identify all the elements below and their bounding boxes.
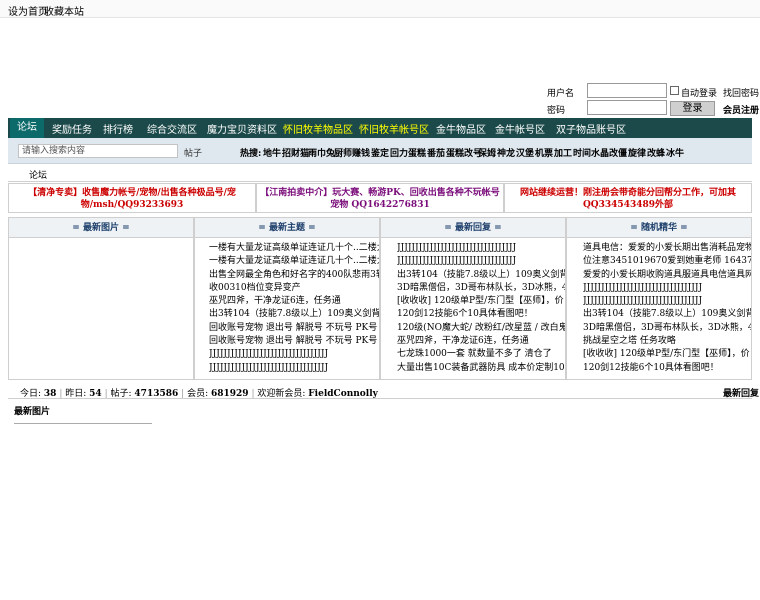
- hot-search-item[interactable]: 招财猫: [282, 146, 309, 159]
- hot-search-item[interactable]: 蛋糕改号: [446, 146, 482, 159]
- login-button[interactable]: 登录: [670, 101, 715, 116]
- announcement-1[interactable]: 【清净专卖】收售魔力帐号/宠物/出售各种极品号/宠物/msh/QQ9323369…: [8, 183, 256, 213]
- hot-search-item[interactable]: 时间水晶: [573, 146, 609, 159]
- add-favorite-link[interactable]: 收藏本站: [44, 3, 84, 18]
- announcement-3[interactable]: 网站继续运营！刚注册会带奇能分回帮分工作，可加其 QQ334543489外部: [504, 183, 752, 213]
- nav-rewards[interactable]: 奖励任务: [52, 121, 92, 136]
- reply-item[interactable]: 大量出售10C装备武器防具 成本价定制10C装: [397, 362, 565, 375]
- featured-item[interactable]: 位注意345101967​0爱到她重老师 164376802: [583, 255, 751, 268]
- topic-item[interactable]: 回收账号宠物 退出号 解脱号 不玩号 PK号: [209, 322, 379, 335]
- hot-search-label: 热搜:: [240, 149, 262, 159]
- panel-title: = 最新主题 =: [195, 218, 379, 238]
- nav-taurus-accounts[interactable]: 金牛帐号区: [495, 121, 545, 136]
- hot-search-item[interactable]: 旋律: [628, 146, 646, 159]
- topic-item[interactable]: 出售全网最全角色和好名字的400队悲雨3转狂: [209, 269, 379, 282]
- announcement-text: 【江南拍卖中介】玩大赛、畅游PK、回收出售各种不玩帐号宠物 QQ16422768…: [260, 188, 500, 210]
- search-type-select[interactable]: 帖子: [184, 146, 202, 159]
- topic-item[interactable]: JJJJJJJJJJJJJJJJJJJJJJJJJJJJJJJJJ: [209, 348, 379, 361]
- divider: [8, 181, 752, 182]
- latest-topics-panel: = 最新主题 = 一楼有大量龙证高级单证连证几十个..二楼大 一楼有大量龙证高级…: [194, 217, 380, 380]
- hot-search-item[interactable]: 神龙: [497, 146, 515, 159]
- hot-search-item[interactable]: 汉堡: [516, 146, 534, 159]
- random-featured-panel: = 随机精华 = 道具电信：爱爱的小爱长期出售消耗品宠物， 位注意3451019…: [566, 217, 752, 380]
- panel-title: = 随机精华 =: [567, 218, 751, 238]
- topic-item[interactable]: 巫咒四斧，干净龙证6连，任务通: [209, 295, 379, 308]
- hot-search-item[interactable]: 雨巾兔: [308, 146, 335, 159]
- panel-title: = 最新图片 =: [9, 218, 193, 238]
- featured-item[interactable]: 爱爱的小爱长期收购道具服道具电信道具网通: [583, 269, 751, 282]
- hot-search-item[interactable]: 番茄: [427, 146, 445, 159]
- topic-item[interactable]: 出3转104（技能7.8级以上）109奥义剑背包开: [209, 308, 379, 321]
- reply-item[interactable]: JJJJJJJJJJJJJJJJJJJJJJJJJJJJJJJJJ: [397, 242, 565, 255]
- password-label: 密码: [547, 106, 566, 116]
- main-nav: 论坛 奖励任务 排行榜 综合交流区 魔力宝贝资料区 怀旧牧羊物品区 怀旧牧羊帐号…: [8, 118, 752, 138]
- reply-item[interactable]: 七龙珠1000一套 就数量不多了 清仓了: [397, 348, 565, 361]
- announcement-text: 【清净专卖】收售魔力帐号/宠物/出售各种极品号/宠物/msh/QQ9323369…: [28, 188, 236, 210]
- latest-pictures-section: 最新图片: [8, 398, 752, 434]
- hot-search-item[interactable]: 地牛: [263, 146, 281, 159]
- latest-replies-panel: = 最新回复 = JJJJJJJJJJJJJJJJJJJJJJJJJJJJJJJ…: [380, 217, 566, 380]
- login-form: 用户名 自动登录 找回密码 密码 登录 会员注册: [0, 83, 760, 119]
- reply-item[interactable]: 巫咒四斧，干净龙证6连，任务通: [397, 335, 565, 348]
- reply-item[interactable]: 120剑12技能6个10具体看图吧！: [397, 308, 565, 321]
- announcement-text: 网站继续运营！刚注册会带奇能分回帮分工作，可加其 QQ334543489外部: [519, 188, 736, 210]
- topic-item[interactable]: 一楼有大量龙证高级单证连证几十个..二楼大: [209, 242, 379, 255]
- password-input[interactable]: [587, 100, 667, 115]
- divider: [14, 423, 152, 424]
- reply-item[interactable]: JJJJJJJJJJJJJJJJJJJJJJJJJJJJJJJJJ: [397, 255, 565, 268]
- section-title: 最新图片: [14, 407, 51, 417]
- nav-forum[interactable]: 论坛: [10, 118, 44, 138]
- featured-item[interactable]: [收收收] 120级单P型/东门型【巫师】，价: [583, 348, 751, 361]
- announcement-2[interactable]: 【江南拍卖中介】玩大赛、畅游PK、回收出售各种不玩帐号宠物 QQ16422768…: [256, 183, 504, 213]
- featured-item[interactable]: 挑战星空之塔 任务攻略: [583, 335, 751, 348]
- reply-item[interactable]: 3D暗黑僧侣，3D哥布林队长，3D冰熊，4D疯牛: [397, 282, 565, 295]
- featured-item[interactable]: JJJJJJJJJJJJJJJJJJJJJJJJJJJJJJJJJ: [583, 295, 751, 308]
- register-link[interactable]: 会员注册: [723, 103, 759, 116]
- nav-ranking[interactable]: 排行榜: [103, 121, 133, 136]
- hot-search-item[interactable]: 改蜂: [647, 146, 665, 159]
- search-input[interactable]: 请输入搜索内容: [18, 144, 178, 158]
- hot-search-item[interactable]: 加工: [554, 146, 572, 159]
- topic-item[interactable]: 回收账号宠物 退出号 解脱号 不玩号 PK号: [209, 335, 379, 348]
- latest-pictures-panel: = 最新图片 =: [8, 217, 194, 380]
- topic-item[interactable]: 一楼有大量龙证高级单证连证几十个..二楼大: [209, 255, 379, 268]
- forgot-password-link[interactable]: 找回密码: [723, 86, 759, 99]
- auto-login-label: 自动登录: [681, 89, 718, 99]
- breadcrumb[interactable]: 论坛: [29, 168, 47, 181]
- auto-login-checkbox[interactable]: [670, 86, 679, 95]
- topic-item[interactable]: 收00310档位变异变产: [209, 282, 379, 295]
- featured-item[interactable]: 道具电信：爱爱的小爱长期出售消耗品宠物，: [583, 242, 751, 255]
- featured-item[interactable]: 3D暗黑僧侣，3D哥布林队长，3D冰熊，4D疯牛: [583, 322, 751, 335]
- hot-search-item[interactable]: 赚钱: [352, 146, 370, 159]
- nav-gemini[interactable]: 双子物品账号区: [556, 121, 626, 136]
- hot-search-item[interactable]: 鉴定: [371, 146, 389, 159]
- hot-search-item[interactable]: 蛋糕: [408, 146, 426, 159]
- nav-general[interactable]: 综合交流区: [147, 121, 197, 136]
- hot-search-item[interactable]: 冰牛: [666, 146, 684, 159]
- top-bar: 设为首页 收藏本站: [0, 0, 760, 18]
- reply-item[interactable]: [收收收] 120级单P型/东门型【巫师】，价: [397, 295, 565, 308]
- set-homepage-link[interactable]: 设为首页: [8, 3, 48, 18]
- search-bar: 请输入搜索内容 帖子 热搜: 地牛 招财猫 雨巾兔 厨师 赚钱 鉴定 回力 蛋糕…: [8, 138, 752, 164]
- reply-item[interactable]: 出3转104（技能7.8级以上）109奥义剑背包开: [397, 269, 565, 282]
- hot-search-item[interactable]: 厨师: [334, 146, 352, 159]
- reply-item[interactable]: 120级(NO魔大蛇/ 改粉红/改星蓝 / 改白鬼/: [397, 322, 565, 335]
- hot-search-item[interactable]: 保姆: [478, 146, 496, 159]
- nav-taurus-items[interactable]: 金牛物品区: [436, 121, 486, 136]
- nav-resources[interactable]: 魔力宝贝资料区: [207, 121, 277, 136]
- featured-item[interactable]: JJJJJJJJJJJJJJJJJJJJJJJJJJJJJJJJJ: [583, 282, 751, 295]
- hot-search-item[interactable]: 改僵: [609, 146, 627, 159]
- hot-search-item[interactable]: 机票: [535, 146, 553, 159]
- nav-aries-items[interactable]: 怀旧牧羊物品区: [283, 121, 353, 136]
- nav-aries-accounts[interactable]: 怀旧牧羊帐号区: [359, 121, 429, 136]
- username-label: 用户名: [547, 89, 575, 99]
- hot-search-item[interactable]: 回力: [390, 146, 408, 159]
- featured-item[interactable]: 出3转104（技能7.8级以上）109奥义剑背包开: [583, 308, 751, 321]
- username-input[interactable]: [587, 83, 667, 98]
- topic-item[interactable]: JJJJJJJJJJJJJJJJJJJJJJJJJJJJJJJJJ: [209, 362, 379, 375]
- panel-title: = 最新回复 =: [381, 218, 565, 238]
- featured-item[interactable]: 120剑12技能6个10具体看图吧！: [583, 362, 751, 375]
